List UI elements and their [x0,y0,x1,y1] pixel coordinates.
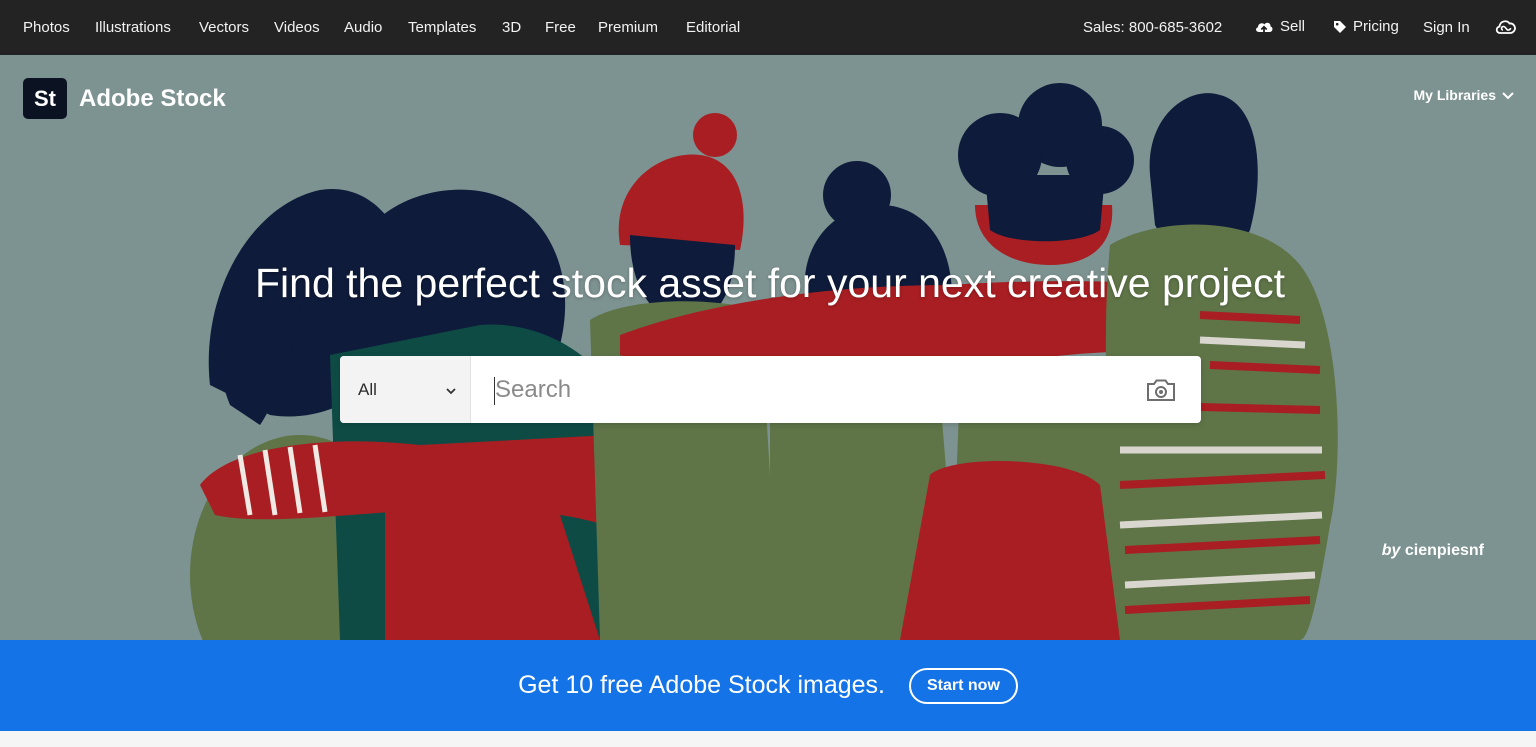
brand-name: Adobe Stock [79,84,226,112]
nav-illustrations[interactable]: Illustrations [95,18,171,37]
text-cursor [494,377,495,405]
my-libraries-menu[interactable]: My Libraries [1414,87,1514,103]
sell-label: Sell [1280,18,1306,35]
cloud-upload-icon [1254,18,1274,36]
pricing-label: Pricing [1353,18,1399,35]
nav-vectors[interactable]: Vectors [199,18,249,37]
page-bottom-strip [0,731,1536,747]
nav-free[interactable]: Free [545,18,576,37]
credit-author: cienpiesnf [1404,542,1484,559]
search-input[interactable] [471,356,1121,423]
sell-link[interactable]: Sell [1254,17,1305,36]
nav-audio[interactable]: Audio [344,18,382,37]
chevron-down-icon [1502,87,1514,103]
start-now-button[interactable]: Start now [909,667,1018,704]
pricing-link[interactable]: Pricing [1333,17,1399,36]
sign-in-link[interactable]: Sign In [1423,18,1470,37]
adobe-stock-logo[interactable]: St Adobe Stock [23,78,226,119]
hero-banner: St Adobe Stock My Libraries Find the per… [0,55,1536,640]
top-navigation: Photos Illustrations Vectors Videos Audi… [0,0,1536,55]
nav-premium[interactable]: Premium [598,18,658,37]
sales-phone: Sales: 800-685-3602 [1083,19,1223,36]
image-credit[interactable]: by cienpiesnf [1382,542,1484,560]
nav-3d[interactable]: 3D [502,18,521,37]
nav-photos[interactable]: Photos [23,18,70,37]
price-tag-icon [1333,20,1347,34]
nav-videos[interactable]: Videos [274,18,320,37]
nav-editorial[interactable]: Editorial [686,18,740,37]
search-scope-value: All [358,379,377,399]
creative-cloud-icon[interactable] [1494,16,1518,38]
visual-search-camera-icon[interactable] [1121,356,1201,423]
promo-message: Get 10 free Adobe Stock images. [518,671,885,699]
credit-by: by [1381,542,1401,559]
search-bar: All [340,356,1201,423]
stock-logo-icon: St [23,78,67,119]
hero-illustration [190,83,1338,640]
nav-templates[interactable]: Templates [408,18,476,37]
hero-headline: Find the perfect stock asset for your ne… [254,260,1286,306]
promo-banner: Get 10 free Adobe Stock images. Start no… [0,640,1536,731]
my-libraries-label: My Libraries [1413,87,1496,103]
chevron-down-icon [446,380,456,400]
search-scope-dropdown[interactable]: All [340,356,471,423]
